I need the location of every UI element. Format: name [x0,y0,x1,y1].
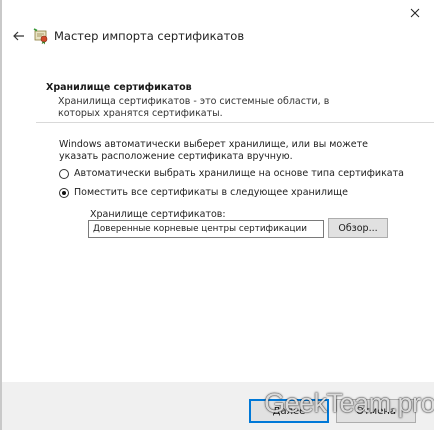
close-icon [410,8,420,18]
intro-text: Windows автоматически выберет хранилище,… [59,139,368,162]
back-button[interactable] [10,26,28,46]
browse-button[interactable]: Обзор... [328,218,388,238]
store-field-label: Хранилище сертификатов: [90,209,226,220]
window-title: Мастер импорта сертификатов [54,29,245,43]
title-bar: Мастер импорта сертификатов [2,0,434,64]
radio-button-unchecked[interactable] [59,168,69,179]
radio-button-checked[interactable] [59,187,69,198]
header-description: Хранилища сертификатов - это системные о… [58,96,330,119]
header-divider [36,122,434,123]
header-title: Хранилище сертификатов [46,82,192,93]
radio-place-in-store[interactable]: Поместить все сертификаты в следующее хр… [59,187,348,198]
cancel-button[interactable]: Отмена [336,399,416,423]
next-button[interactable]: Далее [249,399,329,423]
close-button[interactable] [400,2,430,24]
wizard-footer: Далее Отмена [2,382,434,430]
radio-label: Автоматически выбрать хранилище на основ… [74,168,404,179]
radio-label: Поместить все сертификаты в следующее хр… [74,187,348,198]
certificate-import-wizard-window: Мастер импорта сертификатов Хранилище се… [2,0,434,430]
radio-auto-select[interactable]: Автоматически выбрать хранилище на основ… [59,168,404,179]
certificate-icon [32,27,50,45]
wizard-header: Хранилище сертификатов Хранилища сертифи… [36,72,434,122]
arrow-left-icon [13,31,24,41]
certificate-store-field[interactable]: Доверенные корневые центры сертификации [88,220,324,238]
